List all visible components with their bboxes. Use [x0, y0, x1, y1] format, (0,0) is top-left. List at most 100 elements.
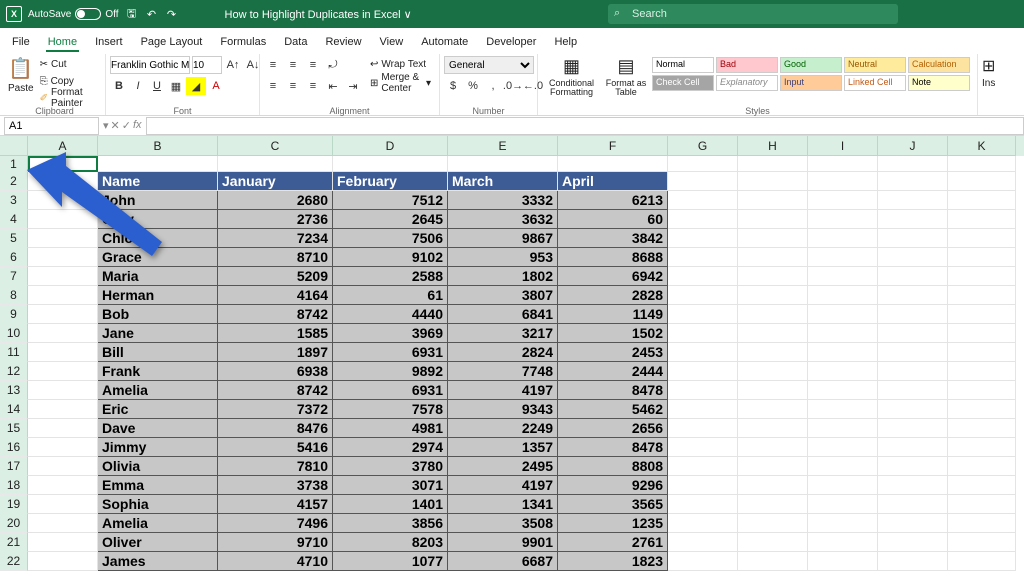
cell-F19[interactable]: 3565	[558, 495, 668, 514]
cell-B10[interactable]: Jane	[98, 324, 218, 343]
cell-B4[interactable]: Gary	[98, 210, 218, 229]
cell-A4[interactable]	[28, 210, 98, 229]
cell-H2[interactable]	[738, 172, 808, 191]
cell-K5[interactable]	[948, 229, 1016, 248]
bold-button[interactable]: B	[110, 77, 128, 95]
row-header-6[interactable]: 6	[0, 248, 28, 267]
cell-A20[interactable]	[28, 514, 98, 533]
cell-D13[interactable]: 6931	[333, 381, 448, 400]
grid[interactable]: NameJanuaryFebruaryMarchAprilJohn2680751…	[28, 156, 1016, 571]
cell-D1[interactable]	[333, 156, 448, 172]
cell-J12[interactable]	[878, 362, 948, 381]
row-header-3[interactable]: 3	[0, 191, 28, 210]
cell-E9[interactable]: 6841	[448, 305, 558, 324]
cell-G7[interactable]	[668, 267, 738, 286]
cell-J22[interactable]	[878, 552, 948, 571]
cell-F12[interactable]: 2444	[558, 362, 668, 381]
cell-D18[interactable]: 3071	[333, 476, 448, 495]
col-header-D[interactable]: D	[333, 136, 448, 156]
cell-G19[interactable]	[668, 495, 738, 514]
align-top-button[interactable]: ≡	[264, 56, 282, 74]
decrease-indent-button[interactable]: ⇤	[324, 77, 342, 95]
style-calculation[interactable]: Calculation	[908, 57, 970, 73]
cell-F4[interactable]: 60	[558, 210, 668, 229]
cell-G18[interactable]	[668, 476, 738, 495]
increase-font-button[interactable]: A↑	[224, 56, 242, 74]
cell-G16[interactable]	[668, 438, 738, 457]
cell-E22[interactable]: 6687	[448, 552, 558, 571]
cell-E1[interactable]	[448, 156, 558, 172]
format-painter-button[interactable]: ✐Format Painter	[38, 90, 99, 106]
row-header-5[interactable]: 5	[0, 229, 28, 248]
cell-F1[interactable]	[558, 156, 668, 172]
cell-A15[interactable]	[28, 419, 98, 438]
cell-D7[interactable]: 2588	[333, 267, 448, 286]
cell-F9[interactable]: 1149	[558, 305, 668, 324]
cell-G2[interactable]	[668, 172, 738, 191]
cell-K21[interactable]	[948, 533, 1016, 552]
undo-icon[interactable]: ↶	[145, 7, 159, 21]
row-header-17[interactable]: 17	[0, 457, 28, 476]
cell-B17[interactable]: Olivia	[98, 457, 218, 476]
cell-C21[interactable]: 9710	[218, 533, 333, 552]
cell-E16[interactable]: 1357	[448, 438, 558, 457]
cell-G15[interactable]	[668, 419, 738, 438]
cell-J4[interactable]	[878, 210, 948, 229]
tab-automate[interactable]: Automate	[419, 32, 470, 52]
cell-E5[interactable]: 9867	[448, 229, 558, 248]
increase-decimal-button[interactable]: .0→	[504, 77, 522, 95]
cell-A18[interactable]	[28, 476, 98, 495]
style-linked-cell[interactable]: Linked Cell	[844, 75, 906, 91]
cell-C6[interactable]: 8710	[218, 248, 333, 267]
tab-view[interactable]: View	[378, 32, 406, 52]
select-all-corner[interactable]	[0, 136, 28, 156]
save-icon[interactable]: 🖫	[125, 7, 139, 21]
row-header-15[interactable]: 15	[0, 419, 28, 438]
cell-C15[interactable]: 8476	[218, 419, 333, 438]
col-header-G[interactable]: G	[668, 136, 738, 156]
cell-F15[interactable]: 2656	[558, 419, 668, 438]
style-good[interactable]: Good	[780, 57, 842, 73]
cell-G12[interactable]	[668, 362, 738, 381]
cell-F17[interactable]: 8808	[558, 457, 668, 476]
cell-B11[interactable]: Bill	[98, 343, 218, 362]
cell-E7[interactable]: 1802	[448, 267, 558, 286]
cell-I10[interactable]	[808, 324, 878, 343]
cell-B21[interactable]: Oliver	[98, 533, 218, 552]
enter-formula-icon[interactable]: ✓	[122, 119, 131, 132]
cell-D14[interactable]: 7578	[333, 400, 448, 419]
cell-K16[interactable]	[948, 438, 1016, 457]
cell-F20[interactable]: 1235	[558, 514, 668, 533]
cell-C11[interactable]: 1897	[218, 343, 333, 362]
cell-B15[interactable]: Dave	[98, 419, 218, 438]
cell-K13[interactable]	[948, 381, 1016, 400]
row-header-1[interactable]: 1	[0, 156, 28, 172]
cell-J7[interactable]	[878, 267, 948, 286]
row-header-21[interactable]: 21	[0, 533, 28, 552]
cell-I4[interactable]	[808, 210, 878, 229]
cell-D16[interactable]: 2974	[333, 438, 448, 457]
col-header-A[interactable]: A	[28, 136, 98, 156]
cell-A22[interactable]	[28, 552, 98, 571]
align-middle-button[interactable]: ≡	[284, 56, 302, 74]
tab-review[interactable]: Review	[323, 32, 363, 52]
search-input[interactable]	[608, 4, 898, 24]
tab-page-layout[interactable]: Page Layout	[139, 32, 205, 52]
underline-button[interactable]: U	[148, 77, 166, 95]
cell-D19[interactable]: 1401	[333, 495, 448, 514]
cell-F21[interactable]: 2761	[558, 533, 668, 552]
cell-E15[interactable]: 2249	[448, 419, 558, 438]
currency-button[interactable]: $	[444, 77, 462, 95]
cell-C18[interactable]: 3738	[218, 476, 333, 495]
col-header-E[interactable]: E	[448, 136, 558, 156]
cell-C20[interactable]: 7496	[218, 514, 333, 533]
cell-D5[interactable]: 7506	[333, 229, 448, 248]
cell-G13[interactable]	[668, 381, 738, 400]
cell-A10[interactable]	[28, 324, 98, 343]
cell-I16[interactable]	[808, 438, 878, 457]
cell-I2[interactable]	[808, 172, 878, 191]
cell-J14[interactable]	[878, 400, 948, 419]
style-input[interactable]: Input	[780, 75, 842, 91]
number-format-select[interactable]: General	[444, 56, 534, 74]
row-header-10[interactable]: 10	[0, 324, 28, 343]
